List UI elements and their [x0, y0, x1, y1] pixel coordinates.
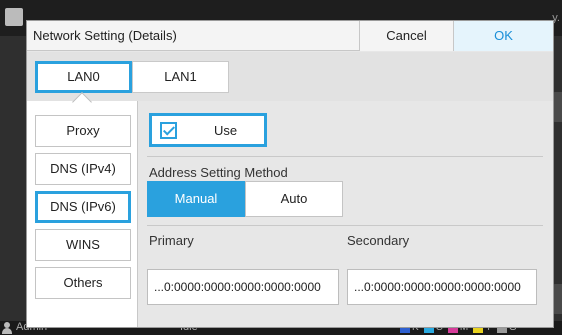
app-menu-icon	[5, 8, 23, 26]
cancel-button[interactable]: Cancel	[359, 21, 453, 51]
divider	[147, 156, 543, 157]
secondary-label: Secondary	[347, 233, 410, 248]
side-item-others[interactable]: Others	[35, 267, 131, 299]
dialog-titlebar: Network Setting (Details) Cancel OK	[27, 21, 553, 51]
primary-label: Primary	[149, 233, 194, 248]
secondary-dns-field[interactable]: ...0:0000:0000:0000:0000:0000	[347, 269, 537, 305]
tab-lan1[interactable]: LAN1	[132, 61, 229, 93]
dialog-title: Network Setting (Details)	[33, 28, 177, 43]
settings-panel: Use Address Setting Method Manual Auto P…	[139, 101, 553, 327]
side-item-proxy[interactable]: Proxy	[35, 115, 131, 147]
user-icon	[2, 322, 12, 334]
lan-tab-bar: LAN0 LAN1	[27, 52, 553, 101]
auto-option-button[interactable]: Auto	[245, 181, 343, 217]
checkbox-checked-icon	[160, 122, 177, 139]
tab-lan0[interactable]: LAN0	[35, 61, 132, 93]
address-method-label: Address Setting Method	[149, 165, 288, 180]
side-menu: Proxy DNS (IPv4) DNS (IPv6) WINS Others	[27, 101, 138, 327]
side-item-dns-ipv4[interactable]: DNS (IPv4)	[35, 153, 131, 185]
use-checkbox[interactable]: Use	[149, 113, 267, 147]
primary-dns-field[interactable]: ...0:0000:0000:0000:0000:0000	[147, 269, 339, 305]
divider	[147, 225, 543, 226]
side-item-wins[interactable]: WINS	[35, 229, 131, 261]
manual-option-button[interactable]: Manual	[147, 181, 245, 217]
network-setting-dialog: Network Setting (Details) Cancel OK LAN0…	[26, 20, 554, 328]
use-label: Use	[214, 123, 238, 138]
side-item-dns-ipv6[interactable]: DNS (IPv6)	[35, 191, 131, 223]
ok-button[interactable]: OK	[453, 21, 553, 51]
